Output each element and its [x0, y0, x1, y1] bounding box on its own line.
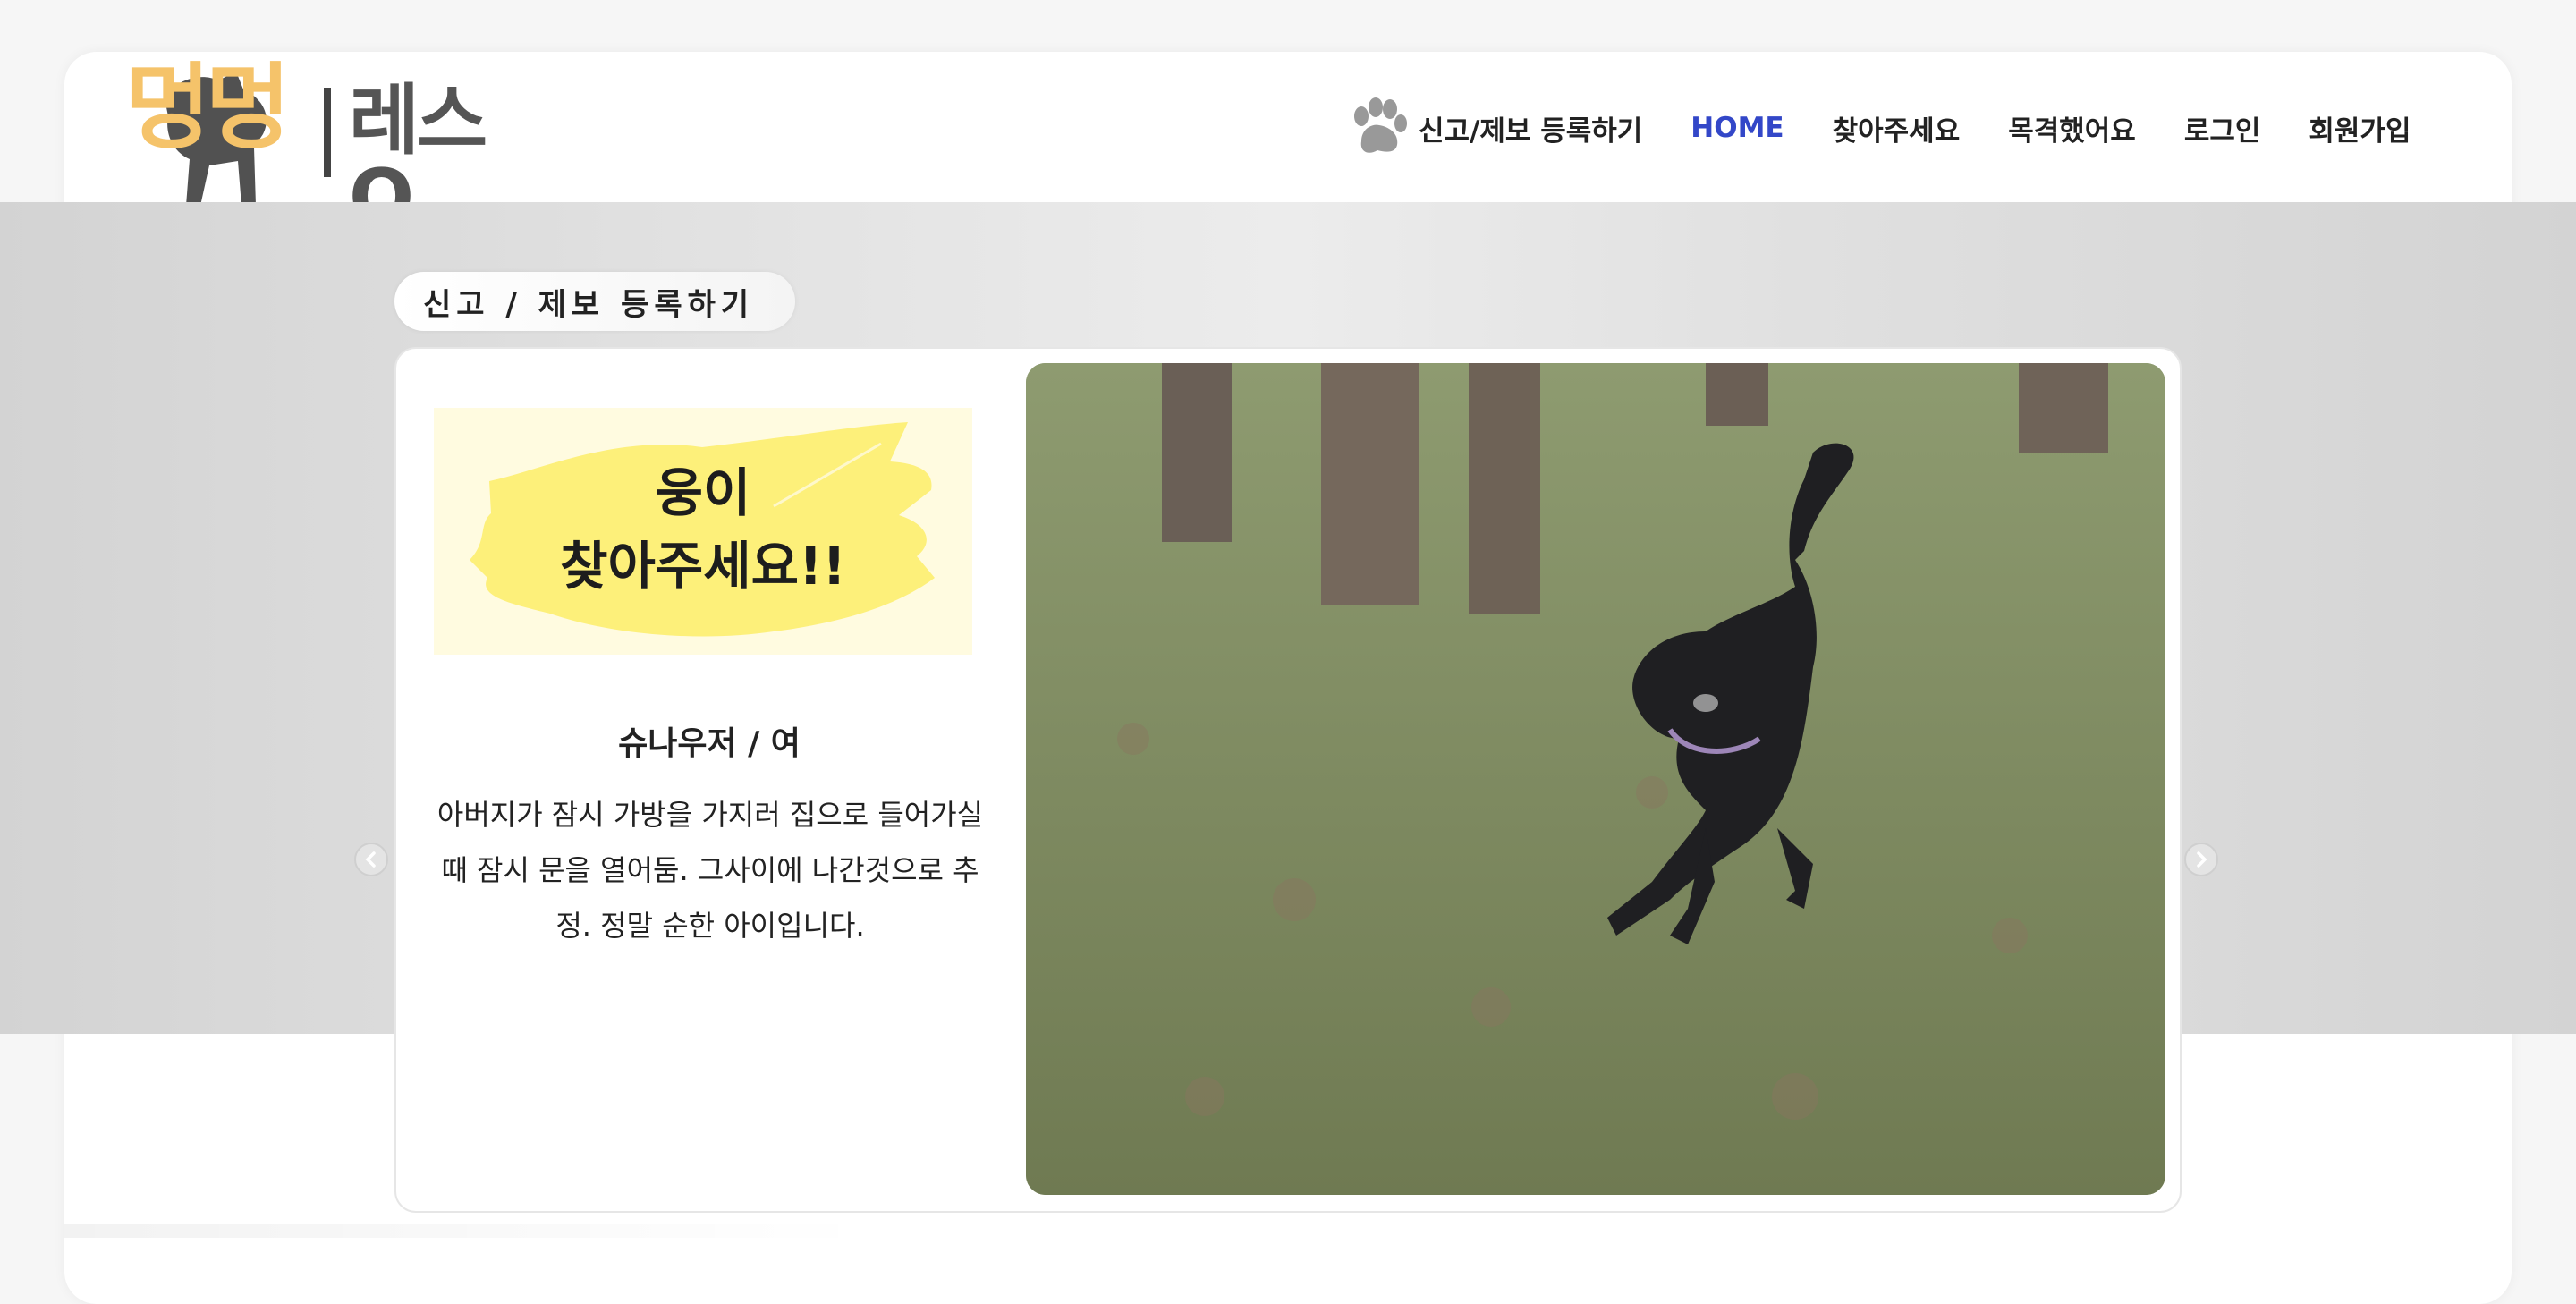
- lost-description: 아버지가 잠시 가방을 가지러 집으로 들어가실때 잠시 문을 열어둠. 그사이…: [436, 798, 984, 943]
- slide-prev-button[interactable]: [354, 843, 388, 876]
- slide-next-button[interactable]: [2184, 843, 2218, 876]
- nav-home[interactable]: HOME: [1690, 112, 1784, 144]
- bottom-shadow: [64, 1224, 869, 1238]
- section-label: 신고 / 제보 등록하기: [394, 272, 795, 331]
- header: 멍멍 레스Q 신고/제보 등록하기 HOME 찾아주세요 목격했어요 로그인 회…: [0, 0, 2576, 1304]
- paw-icon: [1354, 97, 1407, 153]
- missing-banner: 웅이 찾아주세요!!: [434, 408, 972, 655]
- nav-witness[interactable]: 목격했어요: [2008, 108, 2136, 148]
- slide-card: 웅이 찾아주세요!! 슈나우저 / 여 아버지가 잠시 가방을 가지러 집으로 …: [394, 347, 2182, 1213]
- dog-photo: [1026, 363, 2165, 1195]
- nav-report-label: 신고/제보 등록하기: [1419, 114, 1643, 148]
- chevron-left-icon: [365, 851, 376, 868]
- chevron-right-icon: [2197, 851, 2207, 868]
- slide-info: 웅이 찾아주세요!! 슈나우저 / 여 아버지가 잠시 가방을 가지러 집으로 …: [396, 349, 1022, 1211]
- nav-login[interactable]: 로그인: [2184, 108, 2261, 148]
- banner-line-1: 웅이: [655, 462, 751, 523]
- logo-divider: [324, 88, 331, 177]
- banner-line-2: 찾아주세요!!: [560, 536, 846, 597]
- site-logo[interactable]: 멍멍 레스Q: [125, 52, 546, 236]
- banner-text: 웅이 찾아주세요!!: [434, 456, 972, 603]
- nav-signup[interactable]: 회원가입: [2309, 108, 2411, 148]
- nav-report-link[interactable]: 신고/제보 등록하기: [1349, 97, 1642, 159]
- nav-find[interactable]: 찾아주세요: [1833, 108, 1961, 148]
- logo-main-text: 멍멍: [125, 53, 291, 162]
- main-nav: 신고/제보 등록하기 HOME 찾아주세요 목격했어요 로그인 회원가입: [1349, 88, 2459, 168]
- breed-gender: 슈나우저 / 여: [618, 725, 801, 762]
